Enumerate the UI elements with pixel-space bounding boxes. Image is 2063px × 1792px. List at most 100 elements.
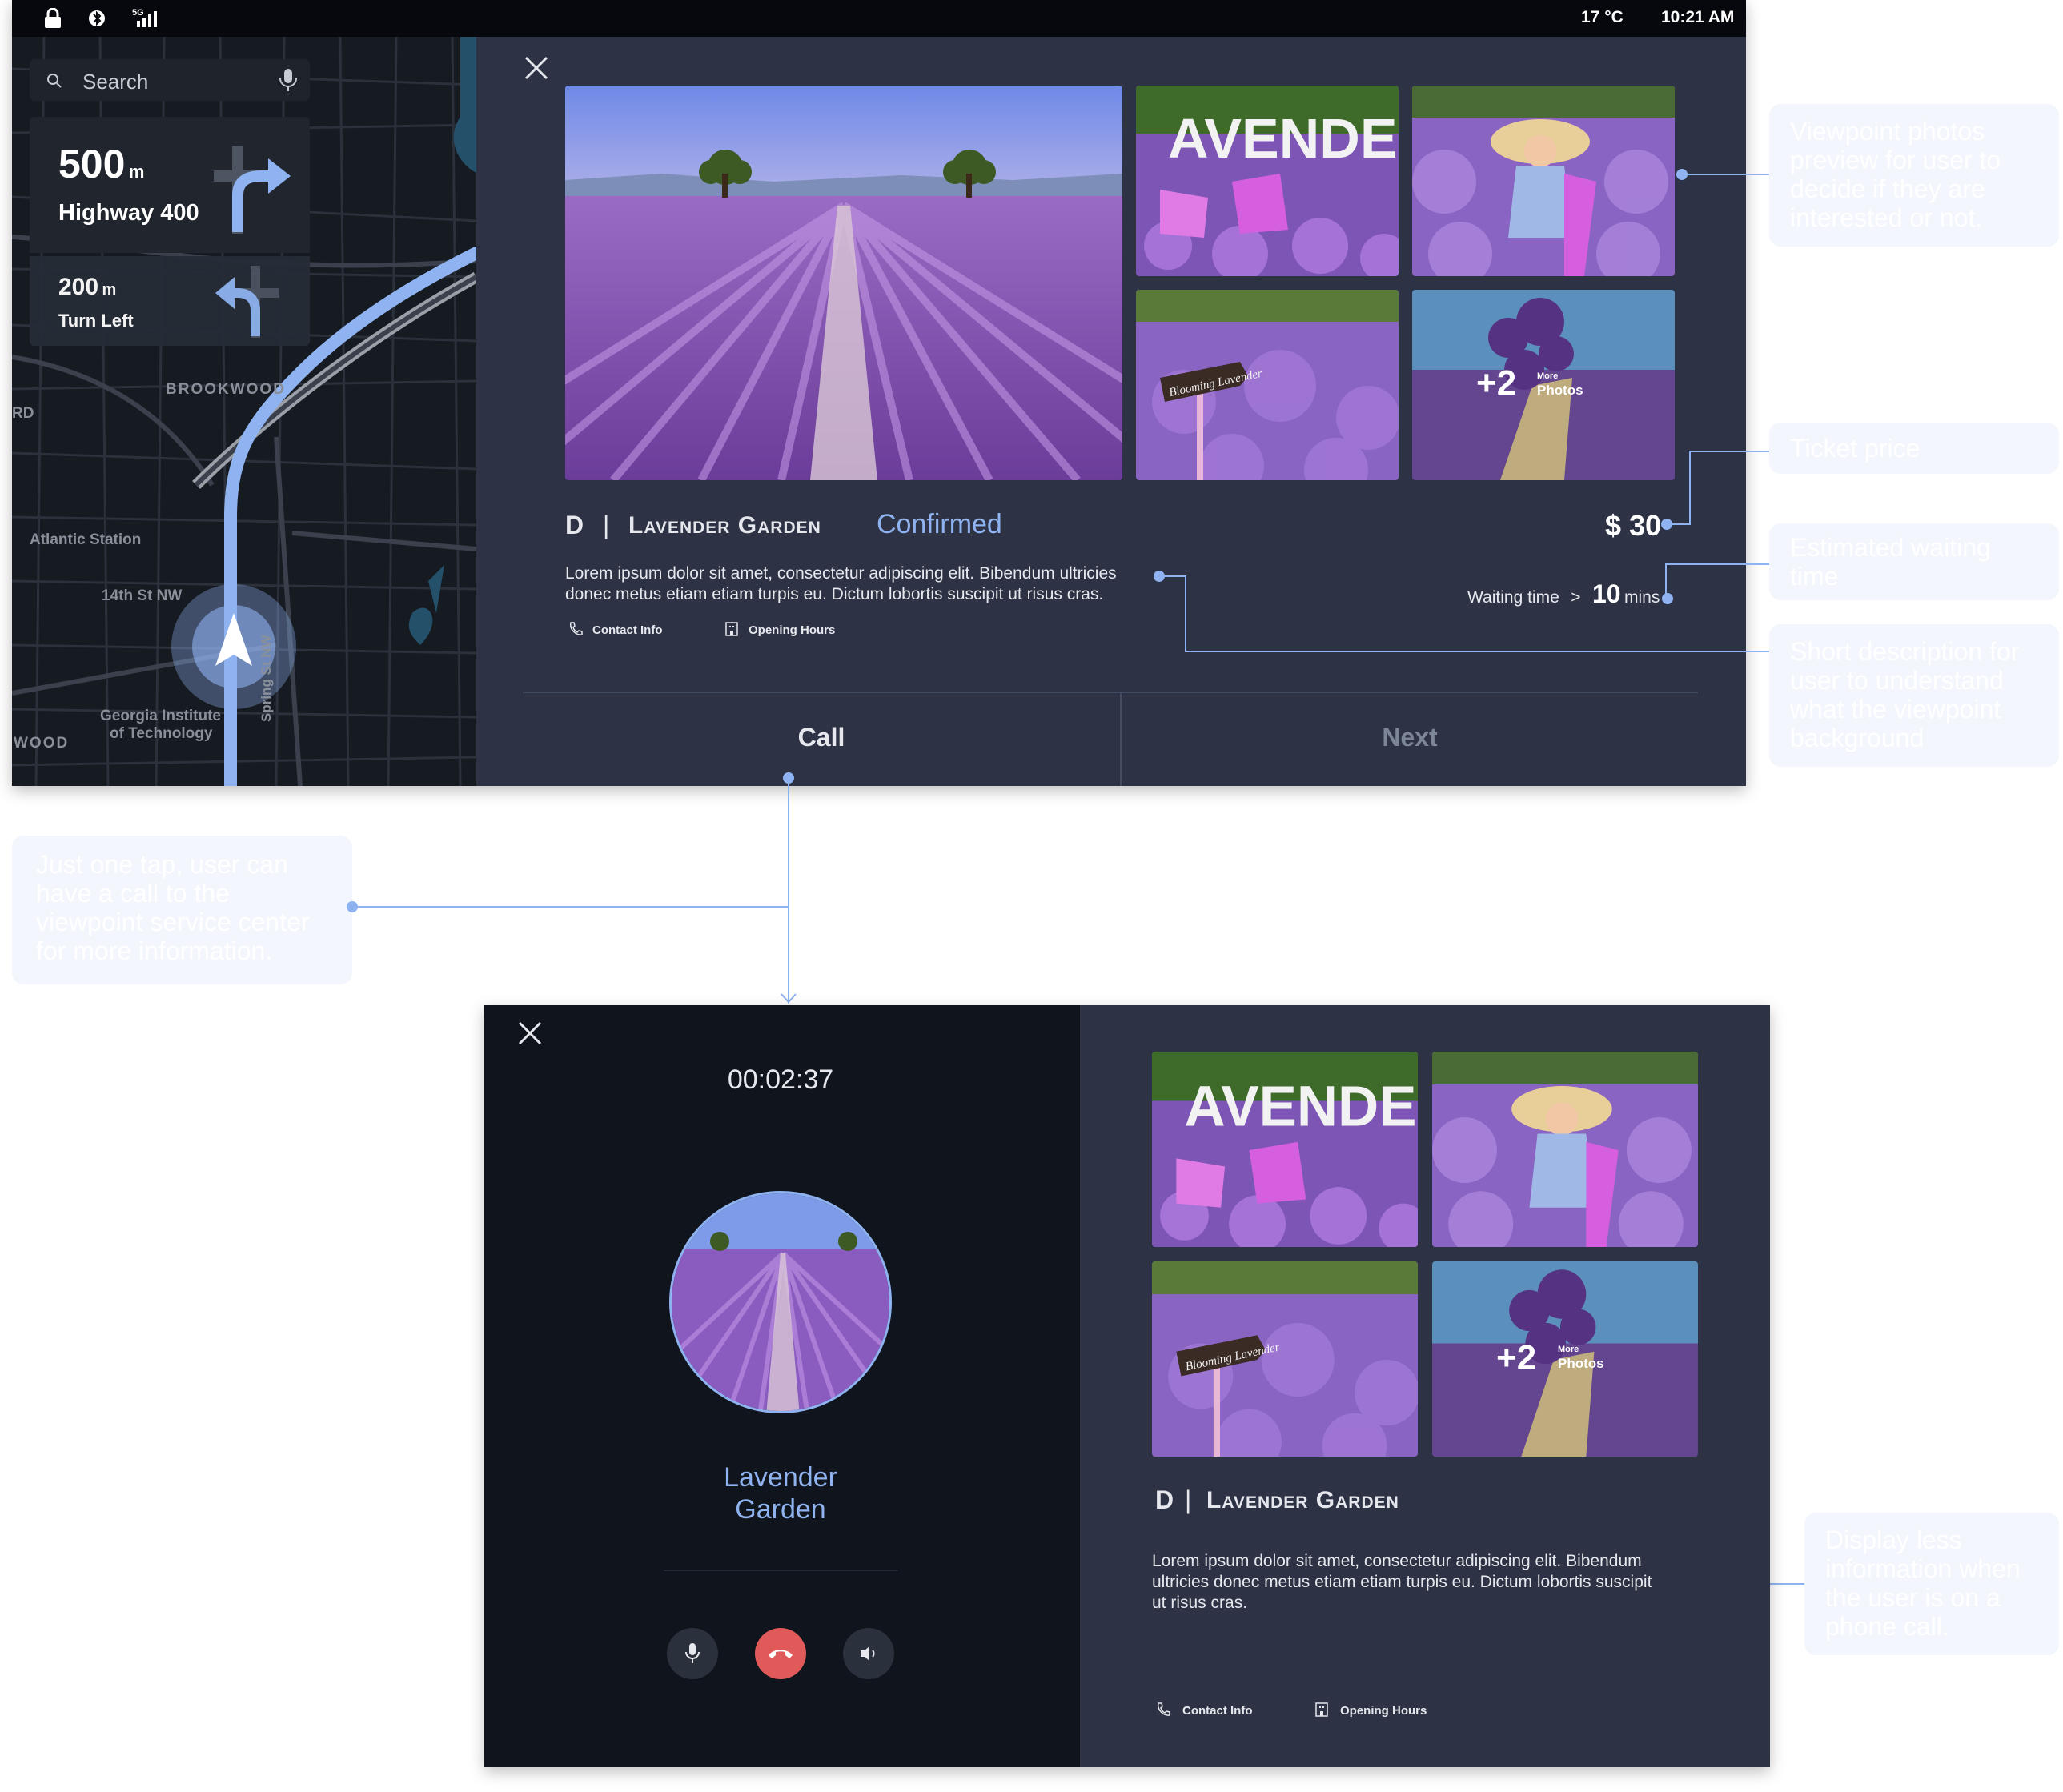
distance-unit: m bbox=[128, 162, 145, 182]
annotation-waiting: Estimated waiting time bbox=[1769, 523, 2059, 600]
title-separator: | bbox=[603, 511, 610, 539]
close-icon[interactable] bbox=[516, 1020, 544, 1047]
viewpoint-name: Lavender Garden bbox=[1206, 1487, 1399, 1513]
annotation-call: Just one tap, user can have a call to the… bbox=[12, 836, 352, 984]
main-photo[interactable] bbox=[565, 86, 1122, 480]
thumbnail-photo[interactable]: Blooming Lavender bbox=[1136, 290, 1399, 480]
call-panel: 00:02:37 Lavender Garden bbox=[484, 1005, 1080, 1767]
thumbnail-photo[interactable]: AVENDEF bbox=[1152, 1052, 1418, 1247]
next-button[interactable]: Next bbox=[1122, 709, 1698, 765]
viewpoint-description: Lorem ipsum dolor sit amet, consectetur … bbox=[1152, 1552, 1652, 1612]
blooming-lavender-sign-image: Blooming Lavender bbox=[1136, 290, 1399, 480]
more-photos-label: Photos bbox=[1537, 383, 1583, 398]
caller-avatar bbox=[669, 1191, 892, 1413]
arrow-down-icon bbox=[781, 993, 797, 1004]
clock: 10:21 AM bbox=[1661, 8, 1735, 26]
annotation-line bbox=[1665, 563, 1769, 565]
opening-hours-link[interactable]: Opening Hours bbox=[1340, 1704, 1427, 1718]
more-photos-count: +2 bbox=[1496, 1338, 1537, 1377]
viewpoint-detail-panel: AVENDEF bbox=[476, 37, 1746, 786]
map-view[interactable]: BROOKWOOD Atlantic Station 14th St NW Ge… bbox=[12, 37, 476, 786]
annotation-dot bbox=[1676, 169, 1688, 180]
caller-name: Lavender Garden bbox=[724, 1462, 837, 1525]
annotation-line bbox=[1159, 575, 1186, 577]
search-input[interactable]: Search bbox=[82, 70, 148, 94]
annotation-line bbox=[1681, 174, 1769, 175]
map-label: BROOKWOOD bbox=[166, 381, 286, 398]
annotation-line bbox=[1185, 651, 1769, 652]
divider bbox=[664, 1570, 897, 1571]
bluetooth-icon bbox=[89, 10, 105, 26]
map-label: RD bbox=[12, 405, 34, 422]
annotation-dot bbox=[1662, 593, 1673, 604]
map-label: Spring St NW bbox=[259, 635, 274, 722]
more-photos-count: +2 bbox=[1476, 363, 1517, 403]
search-bar[interactable]: Search bbox=[30, 59, 310, 101]
microphone-icon bbox=[685, 1643, 700, 1663]
thumbnail-photo[interactable]: AVENDEF bbox=[1136, 86, 1399, 276]
annotation-photos: Viewpoint photos preview for user to decid… bbox=[1769, 104, 2059, 247]
waiting-time: Waiting time > 10 mins bbox=[1467, 579, 1660, 608]
contact-info-link[interactable]: Contact Info bbox=[1182, 1704, 1253, 1718]
status-bar: 5G 17 °C 10:21 AM bbox=[12, 0, 1746, 37]
turn-action: Turn Left bbox=[58, 311, 134, 331]
speaker-icon bbox=[861, 1646, 875, 1661]
more-photos-tile[interactable]: +2 More Photos bbox=[1432, 1261, 1698, 1457]
turn-left-arrow-icon bbox=[215, 266, 279, 338]
annotation-line bbox=[788, 778, 789, 1004]
navigation-screen: 5G 17 °C 10:21 AM BROOKWOOD Atlantic Sta… bbox=[12, 0, 1746, 786]
more-photos-label: More bbox=[1558, 1345, 1579, 1354]
contact-info-link[interactable]: Contact Info bbox=[592, 623, 663, 637]
distance-value: 500 bbox=[58, 142, 126, 186]
map-label: Atlantic Station bbox=[30, 531, 142, 548]
annotation-line bbox=[1185, 575, 1186, 652]
map-label: 14th St NW bbox=[102, 587, 183, 604]
lavender-chairs-image: AVENDEF bbox=[1136, 86, 1399, 276]
lavender-field-image bbox=[672, 1193, 889, 1411]
building-icon bbox=[1315, 1702, 1328, 1717]
person-in-lavender-image bbox=[1432, 1052, 1698, 1247]
more-photos-label: More bbox=[1537, 371, 1559, 381]
thumbnail-photo[interactable]: Blooming Lavender bbox=[1152, 1261, 1418, 1457]
more-photos-label: Photos bbox=[1558, 1356, 1604, 1371]
turn-instruction-secondary: 200 m Turn Left bbox=[30, 256, 310, 346]
mute-button[interactable] bbox=[667, 1628, 718, 1679]
title-separator: | bbox=[1185, 1485, 1192, 1514]
hang-up-button[interactable] bbox=[755, 1628, 806, 1679]
turn-instruction-primary: 500 m Highway 400 bbox=[30, 117, 310, 253]
microphone-icon[interactable] bbox=[278, 67, 299, 93]
speaker-button[interactable] bbox=[843, 1628, 894, 1679]
thumbnail-photo[interactable] bbox=[1432, 1052, 1698, 1247]
lavender-chairs-image: AVENDEF bbox=[1152, 1052, 1418, 1247]
annotation-line bbox=[1669, 523, 1691, 525]
annotation-ticket: Ticket price bbox=[1769, 423, 2059, 474]
building-icon bbox=[725, 622, 738, 636]
distance-unit: m bbox=[102, 281, 117, 299]
blooming-lavender-sign-image: Blooming Lavender bbox=[1152, 1261, 1418, 1457]
call-button[interactable]: Call bbox=[523, 709, 1120, 765]
viewpoint-name: Lavender Garden bbox=[628, 512, 821, 539]
hang-up-icon bbox=[769, 1650, 793, 1658]
lock-icon bbox=[45, 8, 61, 28]
viewpoint-letter: D bbox=[565, 511, 585, 539]
annotation-dot bbox=[1661, 519, 1672, 530]
more-photos-tile[interactable]: +2 More Photos bbox=[1412, 290, 1675, 480]
map-label: Georgia Institute bbox=[100, 708, 221, 724]
opening-hours-link[interactable]: Opening Hours bbox=[749, 623, 835, 637]
svg-text:5G: 5G bbox=[132, 8, 144, 18]
call-screen: 00:02:37 Lavender Garden AVENDE Blooming… bbox=[484, 1005, 1770, 1767]
annotation-description: Short description for user to understand w… bbox=[1769, 624, 2059, 767]
phone-icon bbox=[569, 622, 583, 635]
person-in-lavender-image bbox=[1412, 86, 1675, 276]
call-timer: 00:02:37 bbox=[727, 1064, 834, 1095]
annotation-line bbox=[1689, 451, 1691, 524]
close-icon[interactable] bbox=[523, 54, 550, 82]
svg-text:AVENDEF: AVENDEF bbox=[1184, 1074, 1418, 1139]
viewpoint-description: Lorem ipsum dolor sit amet, consectetur … bbox=[565, 564, 1117, 603]
thumbnail-photo[interactable] bbox=[1412, 86, 1675, 276]
annotation-less-info: Display less information when the user is … bbox=[1804, 1513, 2059, 1655]
ticket-price: $ 30 bbox=[1605, 509, 1662, 542]
waiting-value: 10 bbox=[1591, 579, 1621, 608]
road-name: Highway 400 bbox=[58, 200, 199, 226]
signal-icon: 5G bbox=[132, 8, 157, 27]
